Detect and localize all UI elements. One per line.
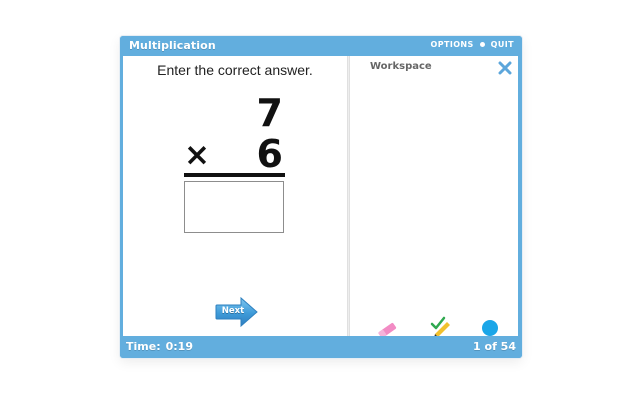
next-button[interactable]: Next <box>215 296 259 328</box>
instruction-text: Enter the correct answer. <box>157 62 313 78</box>
eraser-icon[interactable] <box>374 314 400 338</box>
equation-line <box>184 173 285 177</box>
app-title: Multiplication <box>129 39 216 52</box>
problem-panel: Enter the correct answer. 7 × 6 Next <box>123 56 347 336</box>
bottom-operand: 6 <box>256 132 283 176</box>
answer-input[interactable] <box>184 181 284 233</box>
multiplication-operator: × <box>184 137 210 173</box>
timer-label: Time: <box>126 340 161 353</box>
next-label: Next <box>221 306 245 316</box>
top-operand: 7 <box>256 91 283 135</box>
pencil-check-icon[interactable] <box>427 314 453 338</box>
workspace-panel: Workspace <box>350 56 518 338</box>
top-bar-actions: OPTIONS QUIT <box>431 40 515 49</box>
color-dot-icon[interactable] <box>477 314 503 338</box>
top-bar: Multiplication OPTIONS QUIT <box>120 36 522 56</box>
multiplication-app-window: Multiplication OPTIONS QUIT Enter the co… <box>120 36 522 358</box>
options-button[interactable]: OPTIONS <box>431 40 474 49</box>
quit-button[interactable]: QUIT <box>491 40 514 49</box>
question-progress: 1 of 54 <box>473 340 516 353</box>
timer: Time: 0:19 <box>126 340 193 353</box>
close-icon[interactable] <box>498 61 512 75</box>
workspace-title: Workspace <box>370 61 432 72</box>
bottom-bar: Time: 0:19 1 of 54 <box>120 336 522 358</box>
separator-dot-icon <box>479 42 485 47</box>
timer-value: 0:19 <box>165 340 193 353</box>
